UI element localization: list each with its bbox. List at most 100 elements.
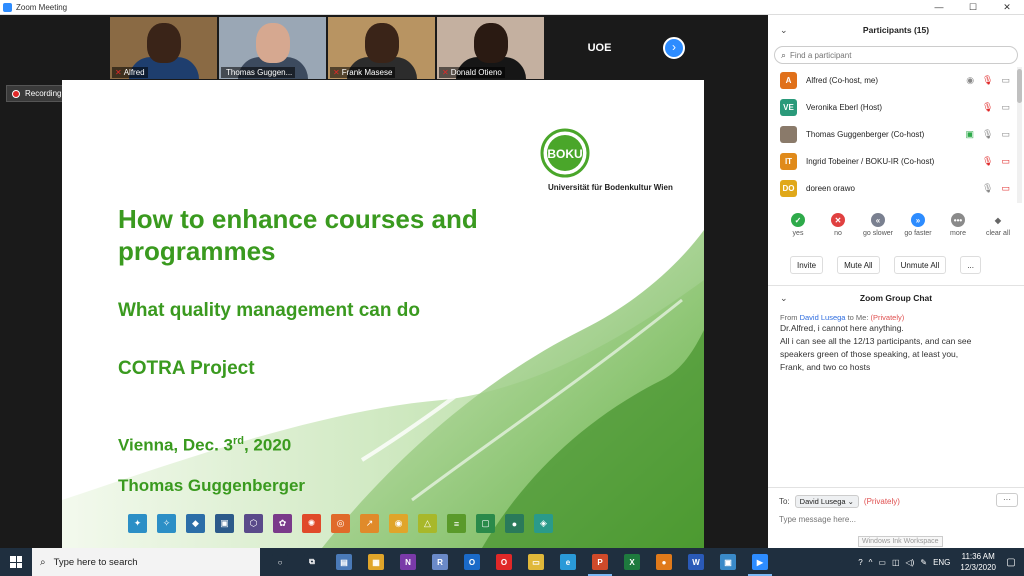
taskbar-app-firefox[interactable]: ●	[648, 548, 680, 576]
chevron-up-icon[interactable]: ^	[869, 558, 873, 567]
reaction-icon: «	[871, 213, 885, 227]
reaction-no[interactable]: ✕ no	[818, 213, 858, 237]
taskbar-app-excel[interactable]: X	[616, 548, 648, 576]
notifications-icon[interactable]: ▢	[1002, 548, 1020, 576]
reaction-go-slower[interactable]: « go slower	[858, 213, 898, 237]
faculty-icon: ▢	[476, 514, 495, 533]
video-icon[interactable]: ▭	[1001, 75, 1010, 86]
participants-title: Participants (15)	[862, 25, 930, 35]
raise-hand-icon[interactable]: ◉	[966, 75, 974, 86]
taskbar-search-text: Type here to search	[53, 556, 138, 568]
thumbnail-name-tag: Thomas Guggen...	[221, 67, 296, 78]
collapse-participants-icon[interactable]: ⌄	[780, 25, 788, 36]
mic-muted-icon[interactable]: 🎙︎	[982, 102, 993, 113]
taskbar-app-onenote[interactable]: N	[392, 548, 424, 576]
more-options-button[interactable]: ...	[960, 256, 981, 274]
video-thumbnail[interactable]: ✕ Frank Masese	[328, 17, 435, 79]
participant-search[interactable]: ⌕	[774, 46, 1018, 64]
mic-icon[interactable]: 🎙︎	[982, 183, 993, 194]
reaction-label: no	[834, 230, 842, 237]
network-icon[interactable]: ◫	[892, 558, 900, 567]
explorer-icon: ▭	[528, 554, 544, 570]
clock[interactable]: 11:36 AM 12/3/2020	[960, 551, 996, 573]
system-tray: ? ^ ▭ ◫ ◁) ✎ ENG 11:36 AM 12/3/2020 ▢	[858, 548, 1024, 576]
avatar: DO	[780, 180, 797, 197]
unmute-all-button[interactable]: Unmute All	[893, 256, 947, 274]
video-off-icon[interactable]: ▭	[1001, 183, 1010, 194]
svg-text:BOKU: BOKU	[547, 147, 582, 161]
participant-status-icons: ▣ 🎙︎ ▭	[966, 129, 1010, 140]
reaction-yes[interactable]: ✓ yes	[778, 213, 818, 237]
taskbar-app-task-view[interactable]: ⧉	[296, 548, 328, 576]
cortana-icon: ○	[272, 554, 288, 570]
minimize-icon[interactable]: —	[922, 2, 956, 13]
participant-row[interactable]: DO doreen orawo 🎙︎ ▭	[768, 175, 1024, 202]
scrollbar-thumb[interactable]	[1017, 69, 1022, 103]
reaction-clear-all[interactable]: ◆ clear all	[978, 213, 1018, 237]
mic-icon[interactable]: 🎙︎	[982, 129, 993, 140]
maximize-icon[interactable]: ☐	[956, 2, 990, 13]
uoe-tile[interactable]: UOE	[546, 17, 653, 79]
mute-all-button[interactable]: Mute All	[837, 256, 880, 274]
taskbar-app-edge[interactable]: e	[552, 548, 584, 576]
clock-time: 11:36 AM	[961, 552, 995, 561]
video-thumbnail[interactable]: ✕ Alfred	[110, 17, 217, 79]
excel-icon: X	[624, 554, 640, 570]
participant-row[interactable]: IT Ingrid Tobeiner / BOKU-IR (Co-host) 🎙…	[768, 148, 1024, 175]
participant-scrollbar[interactable]	[1017, 67, 1022, 203]
task-view-icon: ⧉	[304, 554, 320, 570]
window-title: Zoom Meeting	[16, 2, 68, 12]
nonverbal-reactions: ✓ yes ✕ no « go slower» go faster ••• more ◆…	[778, 213, 1018, 237]
collapse-chat-icon[interactable]: ⌄	[780, 293, 788, 304]
taskbar-app-outlook[interactable]: O	[456, 548, 488, 576]
taskbar-app-word[interactable]: W	[680, 548, 712, 576]
video-off-icon[interactable]: ▭	[1001, 156, 1010, 167]
avatar: A	[780, 72, 797, 89]
chat-sender[interactable]: David Lusega	[800, 313, 846, 322]
next-page-button[interactable]: ›	[663, 37, 685, 59]
participant-search-input[interactable]	[790, 50, 991, 60]
recipient-select[interactable]: David Lusega ⌄	[794, 495, 859, 508]
mic-muted-icon[interactable]: 🎙︎	[982, 156, 993, 167]
taskbar-app-file-app[interactable]: ▤	[328, 548, 360, 576]
chat-message-input[interactable]	[779, 515, 1009, 524]
volume-icon[interactable]: ◁)	[906, 558, 915, 567]
faculty-icon: ⬡	[244, 514, 263, 533]
chat-message-body: Dr.Alfred, i cannot here anything. All i …	[780, 322, 1010, 374]
start-button[interactable]	[0, 548, 32, 576]
help-icon[interactable]: ?	[858, 558, 862, 567]
taskbar-app-explorer[interactable]: ▭	[520, 548, 552, 576]
chat-line: Dr.Alfred, i cannot here anything.	[780, 323, 904, 333]
taskbar-app-photos[interactable]: ▣	[712, 548, 744, 576]
taskbar-app-r-app[interactable]: R	[424, 548, 456, 576]
chat-more-button[interactable]: ···	[996, 493, 1018, 507]
video-thumbnail[interactable]: ✕ Donald Otieno	[437, 17, 544, 79]
language-indicator[interactable]: ENG	[933, 558, 950, 567]
taskbar-app-opera[interactable]: O	[488, 548, 520, 576]
windows-logo-icon	[10, 556, 22, 568]
participant-row[interactable]: Thomas Guggenberger (Co-host) ▣ 🎙︎ ▭	[768, 121, 1024, 148]
participant-row[interactable]: A Alfred (Co-host, me) ◉ 🎙︎ ▭	[768, 67, 1024, 94]
reaction-more[interactable]: ••• more	[938, 213, 978, 237]
reaction-go-faster[interactable]: » go faster	[898, 213, 938, 237]
video-icon[interactable]: ▭	[1001, 129, 1010, 140]
taskbar-app-zoom[interactable]: ▶	[744, 548, 776, 576]
taskbar-app-store[interactable]: ▦	[360, 548, 392, 576]
taskbar-app-cortana[interactable]: ○	[264, 548, 296, 576]
avatar: VE	[780, 99, 797, 116]
invite-button[interactable]: Invite	[790, 256, 824, 274]
participant-row[interactable]: VE Veronika Eberl (Host) 🎙︎ ▭	[768, 94, 1024, 121]
thumbnail-name-tag: ✕ Frank Masese	[330, 67, 396, 78]
video-icon[interactable]: ▭	[1001, 102, 1010, 113]
faculty-icon: ◉	[389, 514, 408, 533]
screen-share-icon: ▣	[965, 129, 975, 139]
taskbar-search[interactable]: ⌕ Type here to search	[32, 548, 260, 576]
close-icon[interactable]: ✕	[990, 2, 1024, 13]
r-app-icon: R	[432, 554, 448, 570]
edge-icon: e	[560, 554, 576, 570]
battery-icon[interactable]: ▭	[878, 558, 886, 567]
pen-icon[interactable]: ✎	[920, 558, 927, 567]
video-thumbnail[interactable]: Thomas Guggen...	[219, 17, 326, 79]
mic-muted-icon[interactable]: 🎙︎	[982, 75, 993, 86]
taskbar-app-powerpoint[interactable]: P	[584, 548, 616, 576]
